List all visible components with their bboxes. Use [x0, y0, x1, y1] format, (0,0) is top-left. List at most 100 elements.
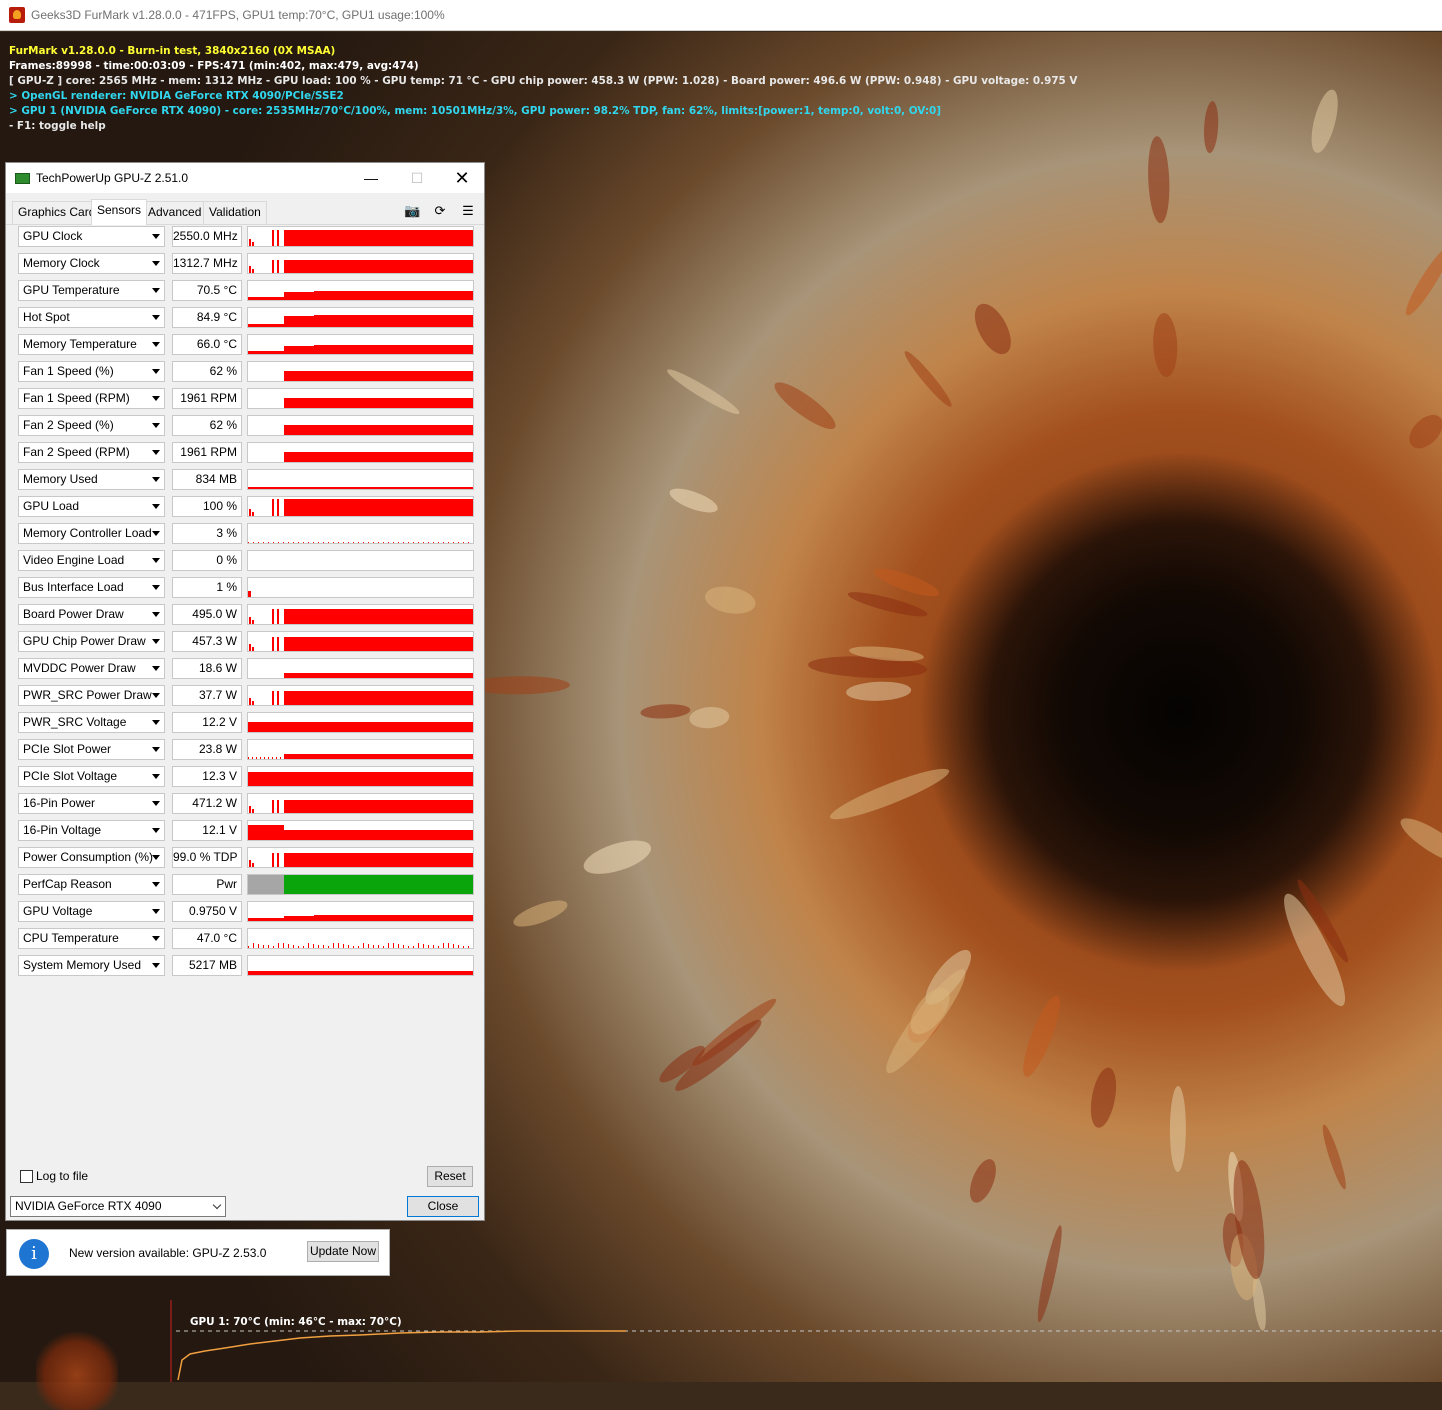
sensor-label-dropdown[interactable]: PCIe Slot Voltage [18, 766, 165, 787]
sensor-label-dropdown[interactable]: Hot Spot [18, 307, 165, 328]
tab-graphics-card[interactable]: Graphics Card [12, 201, 102, 224]
log-to-file-row[interactable]: Log to file [20, 1169, 88, 1183]
sensor-value: 12.1 V [172, 820, 242, 841]
graph-tick [308, 943, 309, 948]
sensor-label-dropdown[interactable]: PWR_SRC Power Draw [18, 685, 165, 706]
tab-validation[interactable]: Validation [203, 201, 267, 224]
graph-tick [318, 542, 319, 543]
gpuz-tabs: Graphics Card Sensors Advanced Validatio… [6, 199, 484, 225]
sensor-value: 457.3 W [172, 631, 242, 652]
maximize-button[interactable]: ☐ [394, 163, 440, 193]
gpu-temperature-graph [170, 1300, 1442, 1382]
sensor-label-dropdown[interactable]: Fan 2 Speed (RPM) [18, 442, 165, 463]
graph-tick [253, 542, 254, 543]
sensor-label-dropdown[interactable]: Memory Temperature [18, 334, 165, 355]
gpuz-titlebar[interactable]: TechPowerUp GPU-Z 2.51.0 — ☐ ✕ [6, 163, 484, 193]
sensor-label-dropdown[interactable]: Memory Clock [18, 253, 165, 274]
log-to-file-checkbox[interactable] [20, 1169, 33, 1183]
graph-tick [348, 945, 349, 948]
sensor-label-dropdown[interactable]: GPU Load [18, 496, 165, 517]
sensor-label-dropdown[interactable]: Bus Interface Load [18, 577, 165, 598]
graph-tick [260, 757, 261, 759]
minimize-button[interactable]: — [348, 163, 394, 193]
sensor-label-dropdown[interactable]: PCIe Slot Power [18, 739, 165, 760]
sensor-label-dropdown[interactable]: Power Consumption (%) [18, 847, 165, 868]
sensor-label-dropdown[interactable]: Memory Used [18, 469, 165, 490]
sensor-label-dropdown[interactable]: GPU Voltage [18, 901, 165, 922]
sensor-label-dropdown[interactable]: PWR_SRC Voltage [18, 712, 165, 733]
fur-texture-streak [1170, 1085, 1187, 1172]
sensor-list: GPU Clock 2550.0 MHz Memory Clock 1312.7 MH… [18, 226, 475, 982]
sensor-label-dropdown[interactable]: Board Power Draw [18, 604, 165, 625]
chevron-down-icon [212, 1200, 222, 1210]
sensor-label: 16-Pin Voltage [23, 823, 102, 837]
graph-area [314, 345, 473, 354]
dropdown-arrow-icon [152, 342, 160, 347]
sensor-label-dropdown[interactable]: Fan 1 Speed (RPM) [18, 388, 165, 409]
fur-texture-streak [510, 895, 570, 932]
sensor-graph-svg [248, 943, 469, 948]
graph-tick [388, 943, 389, 948]
dropdown-arrow-icon [152, 882, 160, 887]
sensor-label-dropdown[interactable]: PerfCap Reason [18, 874, 165, 895]
graph-area [284, 853, 473, 867]
sensor-graph [247, 604, 474, 625]
sensor-label-dropdown[interactable]: Fan 2 Speed (%) [18, 415, 165, 436]
sensor-row: PerfCap Reason Pwr [18, 874, 475, 901]
graph-tick [388, 542, 389, 543]
sensor-label-dropdown[interactable]: 16-Pin Power [18, 793, 165, 814]
graph-tick [468, 946, 469, 948]
sensor-label-dropdown[interactable]: Memory Controller Load [18, 523, 165, 544]
tab-advanced[interactable]: Advanced [142, 201, 208, 224]
sensor-label-dropdown[interactable]: System Memory Used [18, 955, 165, 976]
sensor-value: 62 % [172, 415, 242, 436]
graph-tick [276, 757, 277, 759]
sensor-label-dropdown[interactable]: 16-Pin Voltage [18, 820, 165, 841]
tab-sensors[interactable]: Sensors [91, 199, 148, 225]
dropdown-arrow-icon [152, 801, 160, 806]
graph-spike [252, 647, 254, 651]
dropdown-arrow-icon [152, 531, 160, 536]
graph-area [284, 425, 473, 435]
sensor-graph [247, 847, 474, 868]
close-window-button[interactable]: ✕ [439, 163, 485, 193]
sensor-graph-svg [248, 487, 473, 489]
update-now-button[interactable]: Update Now [307, 1241, 379, 1262]
graph-area [284, 230, 473, 246]
graph-tick [278, 943, 279, 948]
sensor-row: GPU Load 100 % [18, 496, 475, 523]
sensor-label: Power Consumption (%) [23, 850, 154, 864]
dropdown-arrow-icon [152, 423, 160, 428]
sensor-graph-svg [284, 371, 473, 381]
menu-icon[interactable]: ☰ [460, 203, 476, 219]
sensor-label-dropdown[interactable]: GPU Clock [18, 226, 165, 247]
close-button[interactable]: Close [407, 1196, 479, 1217]
sensor-row: Memory Used 834 MB [18, 469, 475, 496]
sensor-value: 471.2 W [172, 793, 242, 814]
sensor-label-dropdown[interactable]: Fan 1 Speed (%) [18, 361, 165, 382]
sensor-value: 495.0 W [172, 604, 242, 625]
graph-tick [423, 542, 424, 543]
refresh-icon[interactable]: ⟳ [432, 203, 448, 219]
sensor-label-dropdown[interactable]: Video Engine Load [18, 550, 165, 571]
sensor-graph-svg [248, 345, 473, 354]
sensor-label-dropdown[interactable]: CPU Temperature [18, 928, 165, 949]
graph-tick [433, 542, 434, 543]
sensor-row: Video Engine Load 0 % [18, 550, 475, 577]
camera-icon[interactable]: 📷 [404, 203, 420, 219]
fur-texture-streak [1152, 312, 1179, 378]
sensor-label-dropdown[interactable]: GPU Temperature [18, 280, 165, 301]
device-select[interactable]: NVIDIA GeForce RTX 4090 [10, 1196, 226, 1217]
sensor-row: 16-Pin Power 471.2 W [18, 793, 475, 820]
graph-tick [338, 542, 339, 543]
sensor-row: Memory Clock 1312.7 MHz [18, 253, 475, 280]
graph-tick [268, 945, 269, 948]
sensor-label: GPU Load [23, 499, 80, 513]
sensor-value: 66.0 °C [172, 334, 242, 355]
graph-area [248, 487, 473, 489]
reset-button[interactable]: Reset [427, 1166, 473, 1187]
sensor-label-dropdown[interactable]: MVDDC Power Draw [18, 658, 165, 679]
sensor-label-dropdown[interactable]: GPU Chip Power Draw [18, 631, 165, 652]
sensor-graph-svg [248, 291, 473, 300]
fur-texture-streak [967, 298, 1018, 360]
